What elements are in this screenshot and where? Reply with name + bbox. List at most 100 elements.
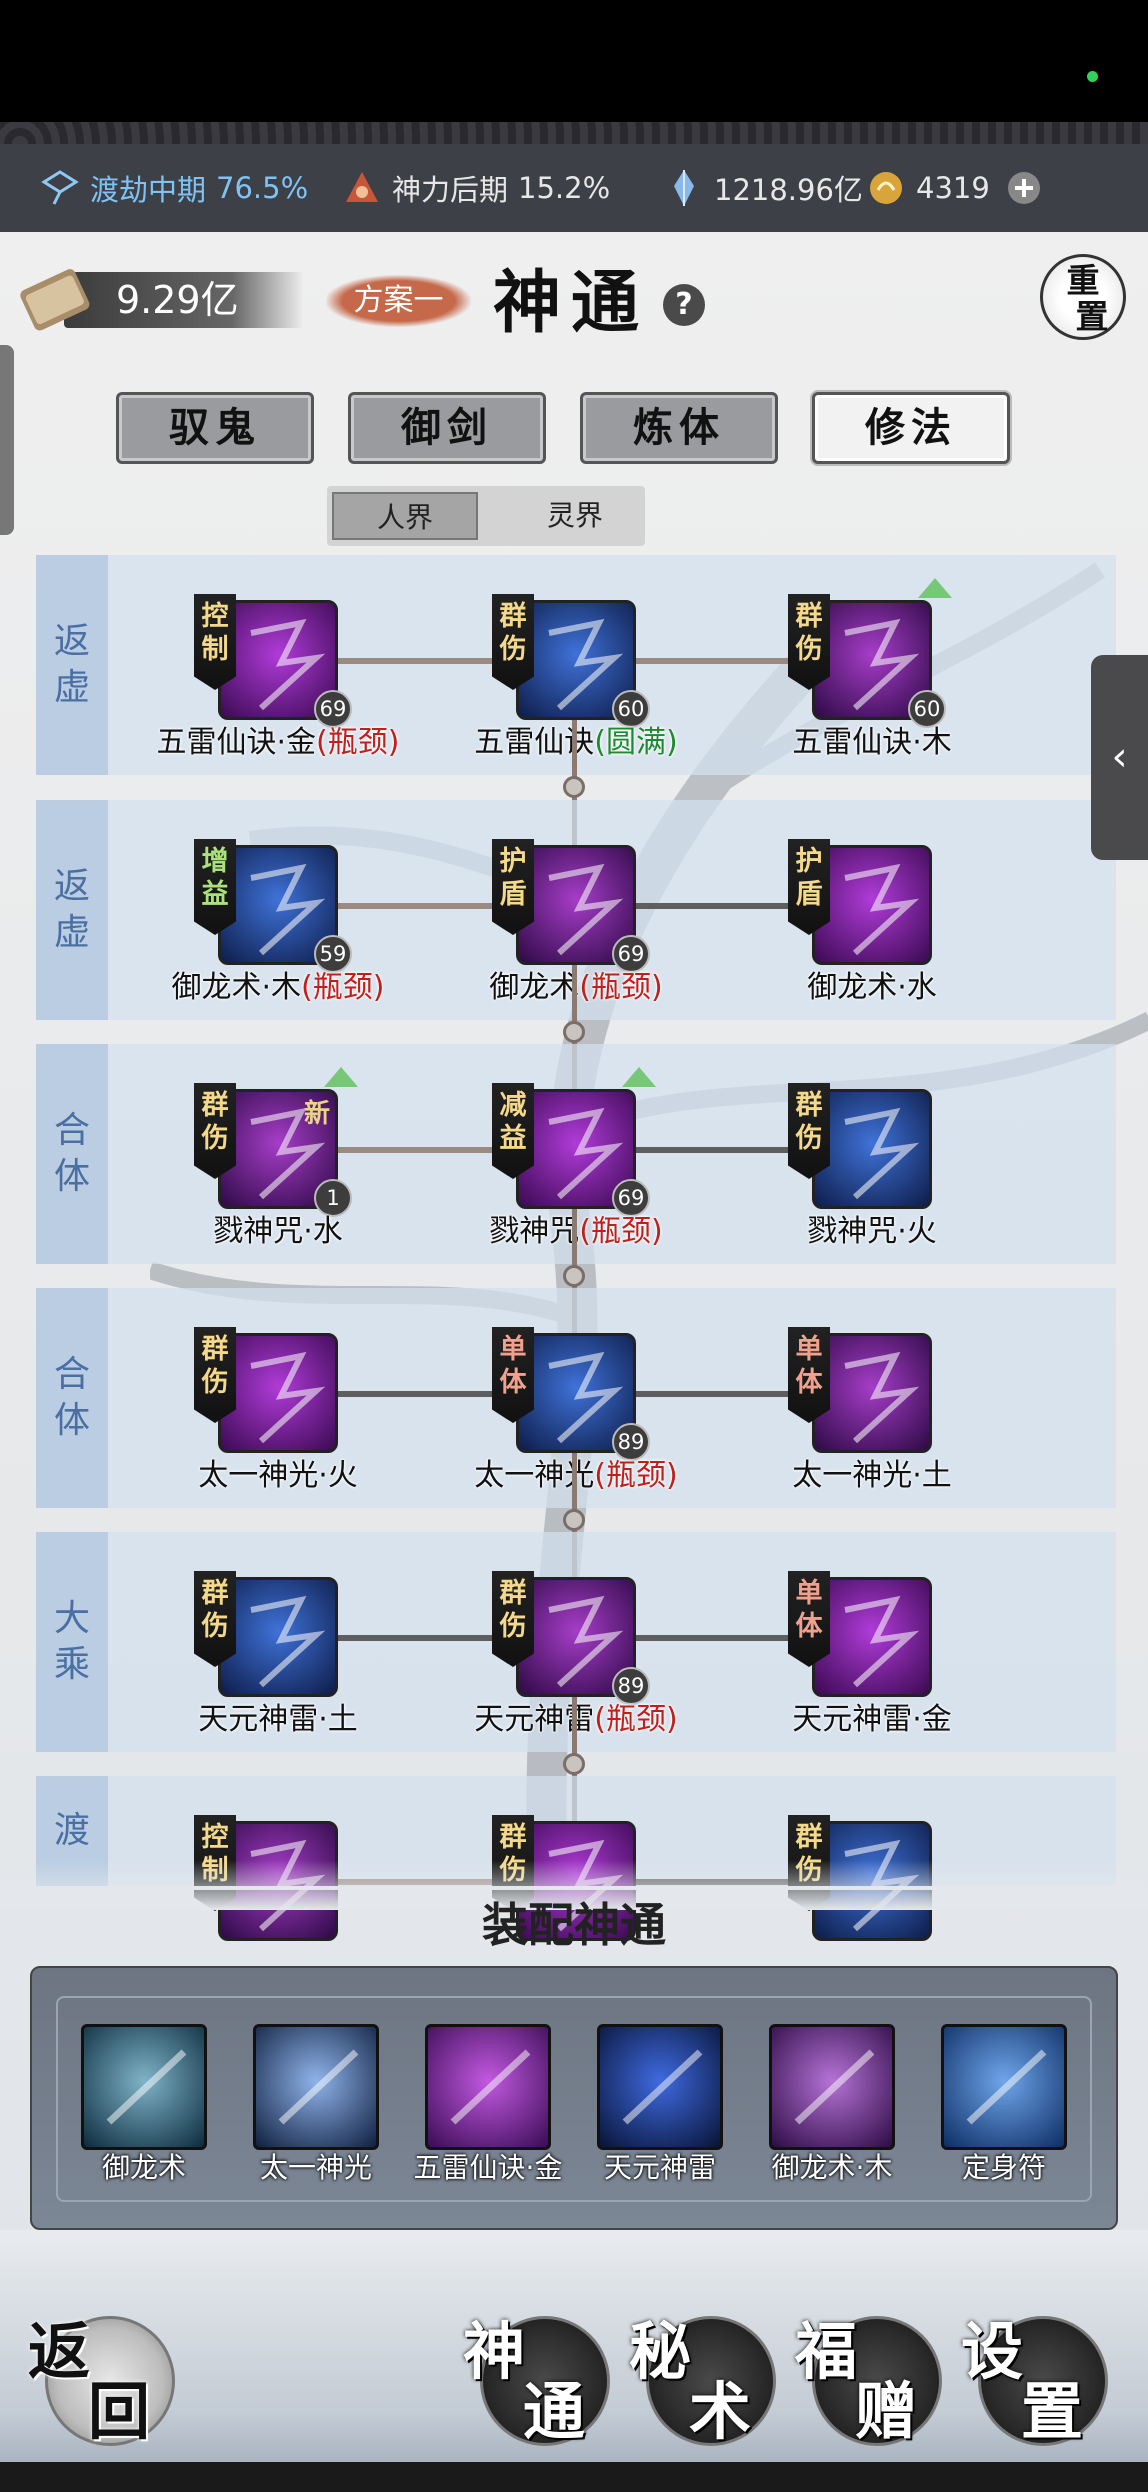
skill-art-icon [250,1595,326,1688]
cultivation-percent: 76.5% [216,171,309,205]
skill-name: 天元神雷·金 [792,1702,952,1737]
skill-type-tag: 护 盾 [492,839,534,935]
equip-title: 装配神通 [482,1898,666,1952]
tree-connector [636,903,812,909]
left-scroll-handle[interactable] [0,345,14,535]
tab-yugui[interactable]: 驭鬼 [116,392,314,464]
skill-icon[interactable] [812,1333,932,1453]
equipped-skill-art-icon [794,2049,875,2125]
resource-bar: 渡劫中期 76.5% 神力后期 15.2% 1218.96亿 4319 [0,144,1148,232]
system-bar [0,0,1148,122]
tree-node-knob [563,1021,585,1043]
skill-icon[interactable] [218,1333,338,1453]
tab-lianti[interactable]: 炼体 [580,392,778,464]
equipped-skill-name: 太一神光 [259,2151,372,2184]
help-icon[interactable]: ? [663,284,705,326]
tree-node-knob [563,776,585,798]
realm-char: 返 [53,866,90,907]
back-button[interactable]: 返 回 [28,2315,175,2448]
realm-char: 合 [53,1354,90,1395]
upgrade-arrow-icon [622,1067,656,1087]
reset-button[interactable]: 重 置 [1040,254,1126,340]
side-panel-toggle[interactable]: ‹ [1091,655,1148,860]
skill-type-tag: 护 盾 [788,839,830,935]
tree-connector [636,658,812,664]
realm-label: 返虚 [36,555,108,775]
skill-icon[interactable] [218,1577,338,1697]
camera-indicator-icon [1087,71,1098,82]
skill-type-tag: 单 体 [492,1327,534,1423]
realm-label: 返虚 [36,800,108,1020]
realm-char: 大 [53,1598,90,1639]
skill-name: 戮神咒·水 [213,1214,343,1249]
skill-type-tag: 群 伤 [194,1083,236,1179]
bottom-strip [0,2462,1148,2492]
scroll-icon [20,269,90,331]
realm-char: 合 [53,1110,90,1151]
subtab-spirit-realm[interactable]: 灵界 [502,492,648,540]
kite-icon [41,170,79,205]
skill-type-tag: 控 制 [194,594,236,690]
settings-button[interactable]: 设 置 [961,2315,1108,2448]
equipped-skill-slot[interactable] [941,2024,1067,2150]
triangle-emblem-icon [346,172,378,202]
divine-power-label: 神力后期 [392,173,509,207]
reset-char-1: 重 [1066,261,1100,300]
skill-icon[interactable] [812,845,932,965]
realm-char: 返 [53,621,90,662]
plan-selector[interactable]: 方案一 [326,275,471,327]
plus-icon[interactable] [1004,168,1044,208]
skill-art-icon [844,1595,920,1688]
equipped-skill-slot[interactable] [597,2024,723,2150]
coin-icon [870,172,902,204]
equipped-skill-slot[interactable] [253,2024,379,2150]
spirit-stone-value: 1218.96亿 [714,173,863,207]
divine-power-stat[interactable]: 神力后期 15.2% [342,144,610,232]
equipped-skill-art-icon [450,2049,531,2125]
realm-char: 体 [53,1156,90,1197]
subtab-human-realm[interactable]: 人界 [332,492,478,540]
skill-name: 五雷仙诀·金(瓶颈) [156,725,400,760]
tree-node-knob [563,1265,585,1287]
equipped-skill-art-icon [278,2049,359,2125]
skill-art-icon [844,1351,920,1444]
decorative-trim [0,122,1148,144]
spirit-stone-stat[interactable]: 1218.96亿 [664,144,863,232]
skill-art-icon [250,1351,326,1444]
tab-yujian[interactable]: 御剑 [348,392,546,464]
reset-char-2: 置 [1075,297,1109,336]
realm-label: 合体 [36,1044,108,1264]
realm-label: 大乘 [36,1532,108,1752]
equipped-skill-slot[interactable] [769,2024,895,2150]
tab-xiufa[interactable]: 修法 [812,392,1010,464]
tree-connector [338,1147,516,1153]
cultivation-stat[interactable]: 渡劫中期 76.5% [40,144,308,232]
skill-icon[interactable] [812,1089,932,1209]
skill-type-tag: 单 体 [788,1571,830,1667]
skill-type-tag: 单 体 [788,1327,830,1423]
upgrade-arrow-icon [918,578,952,598]
equipped-skill-slot[interactable] [425,2024,551,2150]
realm-char: 虚 [53,667,90,708]
skill-name: 太一神光·土 [792,1458,952,1493]
gifts-button[interactable]: 福 赠 [795,2315,942,2448]
realm-char: 体 [53,1400,90,1441]
tree-connector [338,658,516,664]
realm-char: 渡 [53,1810,90,1851]
divine-skills-button[interactable]: 神 通 [463,2315,610,2448]
skill-type-tag: 群 伤 [492,594,534,690]
equipped-skill-name: 天元神雷 [603,2151,716,2184]
new-badge: 新 [304,1099,331,1129]
chevron-left-icon: ‹ [1111,734,1128,780]
skill-icon[interactable] [812,1577,932,1697]
cultivation-label: 渡劫中期 [90,173,207,207]
skill-type-tag: 群 伤 [492,1571,534,1667]
gold-stat[interactable]: 4319 [866,144,1054,232]
gold-value: 4319 [916,171,990,205]
equipped-skill-slot[interactable] [81,2024,207,2150]
crystal-icon [674,170,694,206]
skill-type-tag: 群 伤 [194,1327,236,1423]
tree-connector [636,1635,812,1641]
skill-name: 太一神光·火 [198,1458,358,1493]
secret-arts-button[interactable]: 秘 术 [629,2315,776,2448]
